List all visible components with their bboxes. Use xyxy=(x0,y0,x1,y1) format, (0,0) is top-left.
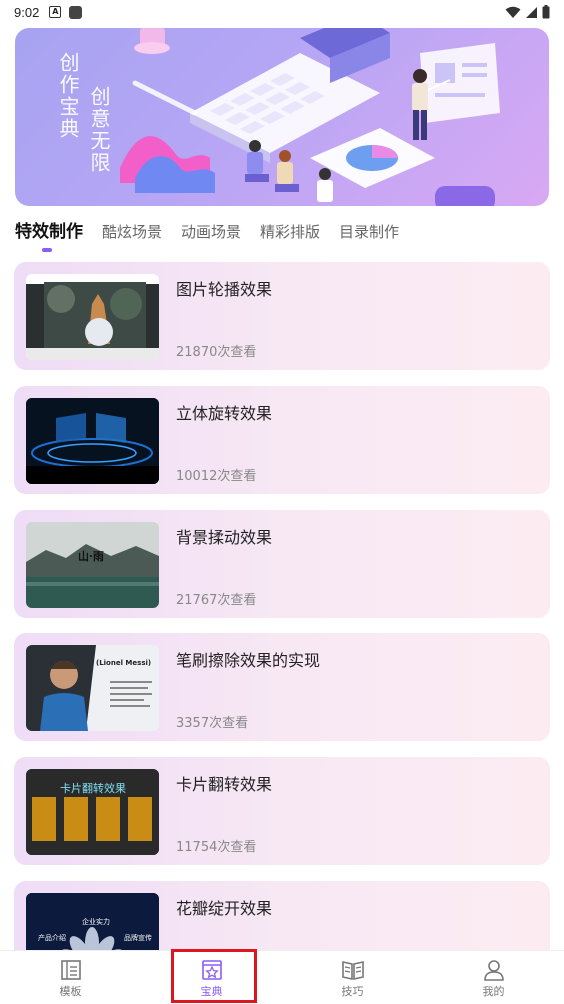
nav-label: 宝典 xyxy=(200,985,223,998)
nav-tips[interactable]: 技巧 xyxy=(282,951,423,1004)
item-title: 花瓣绽开效果 xyxy=(176,899,273,918)
status-bar: 9:02 A xyxy=(0,0,564,24)
list-item[interactable]: 图片轮播效果 21870次查看 xyxy=(14,262,550,370)
bottom-navigation: 模板 宝典 技巧 我的 xyxy=(0,950,564,1004)
thumbnail-caption: 产品介绍 xyxy=(38,934,66,942)
thumbnail-caption: 企业实力 xyxy=(82,918,110,926)
tab-cool-scenes[interactable]: 酷炫场景 xyxy=(102,220,162,244)
battery-icon xyxy=(542,5,550,19)
list-item[interactable]: (Lionel Messi) 笔刷擦除效果的实现 3357次查看 xyxy=(14,633,550,741)
thumbnail-image: 卡片翻转效果 xyxy=(26,769,159,855)
nav-label: 模板 xyxy=(59,985,82,998)
thumbnail-image xyxy=(26,274,159,360)
list-item[interactable]: 立体旋转效果 10012次查看 xyxy=(14,386,550,494)
thumbnail-caption: 品牌宣传 xyxy=(124,934,152,942)
template-icon xyxy=(60,960,81,980)
tab-toc[interactable]: 目录制作 xyxy=(339,220,399,244)
item-title: 卡片翻转效果 xyxy=(176,775,273,794)
wifi-icon xyxy=(505,6,521,18)
status-time: 9:02 xyxy=(14,4,40,20)
thumbnail-image: 山·雨 xyxy=(26,522,159,608)
tab-animation-scenes[interactable]: 动画场景 xyxy=(181,220,241,244)
banner-slogan-2: 创意无限 xyxy=(87,86,111,174)
thumbnail-image: (Lionel Messi) xyxy=(26,645,159,731)
user-icon xyxy=(483,960,504,981)
banner-slogan-1: 创作宝典 xyxy=(56,52,80,140)
item-views: 11754次查看 xyxy=(176,840,257,855)
item-title: 笔刷擦除效果的实现 xyxy=(176,651,321,670)
thumbnail-caption: 卡片翻转效果 xyxy=(60,782,126,795)
signal-icon xyxy=(526,6,537,18)
category-tabs: 特效制作 酷炫场景 动画场景 精彩排版 目录制作 xyxy=(15,220,399,256)
nav-mine[interactable]: 我的 xyxy=(423,951,564,1004)
item-views: 10012次查看 xyxy=(176,469,257,484)
open-book-icon xyxy=(341,961,364,980)
book-star-icon xyxy=(201,960,222,980)
list-item[interactable]: 山·雨 背景揉动效果 21767次查看 xyxy=(14,510,550,618)
banner[interactable]: 创作宝典 创意无限 xyxy=(15,28,549,206)
list-item[interactable]: 卡片翻转效果 卡片翻转效果 11754次查看 xyxy=(14,757,550,865)
item-views: 21767次查看 xyxy=(176,593,257,608)
item-views: 3357次查看 xyxy=(176,716,249,731)
nav-guide[interactable]: 宝典 xyxy=(141,951,282,1004)
notification-app-icon xyxy=(69,5,83,19)
nav-label: 技巧 xyxy=(341,985,364,998)
item-title: 图片轮播效果 xyxy=(176,280,273,299)
thumbnail-caption: 山·雨 xyxy=(78,550,104,563)
thumbnail-image xyxy=(26,398,159,484)
item-views: 21870次查看 xyxy=(176,345,257,360)
item-title: 立体旋转效果 xyxy=(176,404,273,423)
notification-a-icon: A xyxy=(49,6,62,18)
tab-layouts[interactable]: 精彩排版 xyxy=(260,220,320,244)
thumbnail-caption: (Lionel Messi) xyxy=(96,659,152,667)
nav-label: 我的 xyxy=(482,985,505,998)
tab-special-effects[interactable]: 特效制作 xyxy=(15,220,83,252)
item-title: 背景揉动效果 xyxy=(176,528,273,547)
nav-templates[interactable]: 模板 xyxy=(0,951,141,1004)
